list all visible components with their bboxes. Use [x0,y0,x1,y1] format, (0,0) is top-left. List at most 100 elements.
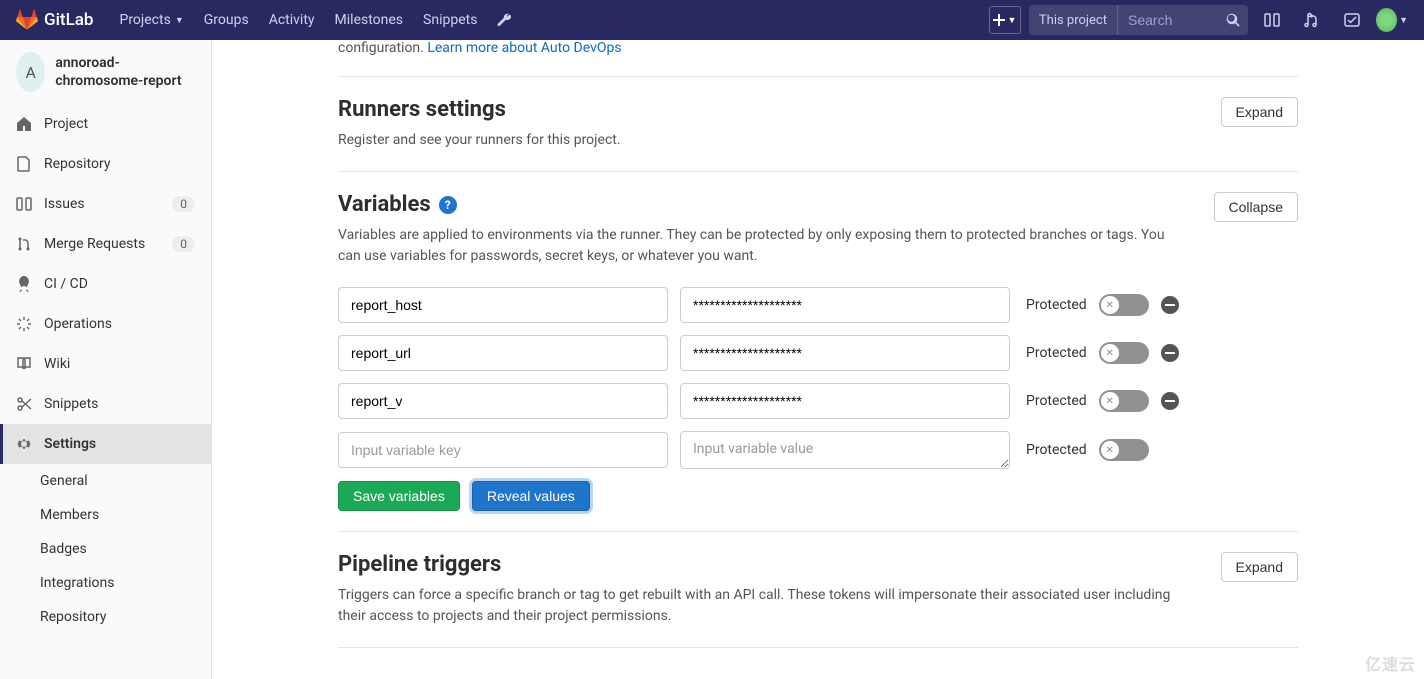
home-icon [16,116,32,132]
sidebar: A annoroad-chromosome-report Project Rep… [0,40,212,679]
chevron-down-icon: ▼ [1007,15,1016,26]
issues-shortcut[interactable] [1256,4,1288,36]
issues-icon [16,196,32,212]
minus-icon [1165,300,1175,310]
main-content: configuration. Learn more about Auto Dev… [212,40,1424,679]
section-variables: Variables ? Variables are applied to env… [338,172,1298,532]
mr-shortcut[interactable] [1296,4,1328,36]
protected-label: Protected [1026,442,1087,458]
variables-list: Protected✕Protected✕Protected✕Protected✕ [338,287,1298,469]
section-runners: Runners settings Register and see your r… [338,77,1298,172]
variable-key-input[interactable] [338,287,668,323]
minus-icon [1165,396,1175,406]
sidebar-item-merge-requests[interactable]: Merge Requests 0 [0,224,211,264]
todos-icon [1344,12,1360,28]
variable-row: Protected✕ [338,287,1298,323]
protected-toggle[interactable]: ✕ [1099,390,1149,412]
learn-more-link[interactable]: Learn more about Auto DevOps [427,40,621,56]
sidebar-item-repository[interactable]: Repository [0,144,211,184]
toggle-knob: ✕ [1101,392,1119,410]
gear-icon [16,436,32,452]
sidebar-item-cicd[interactable]: CI / CD [0,264,211,304]
wrench-icon [497,13,512,28]
sidebar-item-snippets[interactable]: Snippets [0,384,211,424]
brand-text: GitLab [44,10,93,30]
sidebar-item-label: Merge Requests [44,236,145,252]
subnav-general[interactable]: General [40,464,211,498]
protected-label: Protected [1026,345,1087,361]
sidebar-item-label: Repository [44,156,110,172]
logo[interactable]: GitLab [16,9,93,31]
sidebar-item-settings[interactable]: Settings [0,424,211,464]
nav-snippets[interactable]: Snippets [413,0,487,40]
variables-desc: Variables are applied to environments vi… [338,225,1188,267]
todos-shortcut[interactable] [1336,4,1368,36]
protected-toggle[interactable]: ✕ [1099,294,1149,316]
nav-groups[interactable]: Groups [194,0,259,40]
sidebar-item-wiki[interactable]: Wiki [0,344,211,384]
search-icon [1226,13,1240,27]
subnav-integrations[interactable]: Integrations [40,566,211,600]
topbar-right: ▼ This project ▼ [989,4,1408,36]
remove-variable-button[interactable] [1161,344,1179,362]
merge-request-icon [16,236,32,252]
doc-icon [16,156,32,172]
variable-row: Protected ✕ [338,335,1298,371]
reveal-values-button[interactable]: Reveal values [472,481,590,511]
project-header[interactable]: A annoroad-chromosome-report [0,40,211,104]
expand-triggers-button[interactable]: Expand [1221,552,1298,582]
nav-activity[interactable]: Activity [259,0,325,40]
settings-subnav: General Members Badges Integrations Repo… [0,464,211,634]
toggle-knob: ✕ [1101,344,1119,362]
nav-projects[interactable]: Projects▼ [109,0,193,40]
section-triggers: Pipeline triggers Triggers can force a s… [338,532,1298,648]
subnav-badges[interactable]: Badges [40,532,211,566]
top-navigation: Projects▼ Groups Activity Milestones Sni… [109,0,522,40]
issues-count-badge: 0 [172,196,195,212]
sidebar-item-label: Project [44,116,88,132]
sidebar-item-operations[interactable]: Operations [0,304,211,344]
issues-icon [1264,12,1280,28]
sidebar-item-project[interactable]: Project [0,104,211,144]
book-icon [16,356,32,372]
sidebar-item-label: Operations [44,316,112,332]
variables-actions: Save variables Reveal values [338,481,1298,511]
runners-desc: Register and see your runners for this p… [338,130,621,151]
user-menu[interactable]: ▼ [1376,4,1408,36]
expand-runners-button[interactable]: Expand [1221,97,1298,127]
subnav-repository[interactable]: Repository [40,600,211,634]
remove-variable-button[interactable] [1161,392,1179,410]
variable-value-input[interactable] [680,431,1010,469]
subnav-members[interactable]: Members [40,498,211,532]
help-icon[interactable]: ? [439,196,457,214]
search-scope[interactable]: This project [1029,5,1118,35]
save-variables-button[interactable]: Save variables [338,481,460,511]
search-input[interactable] [1118,12,1218,28]
plus-icon [993,14,1005,26]
protected-toggle[interactable]: ✕ [1099,342,1149,364]
variable-value-input[interactable] [680,335,1010,371]
sidebar-item-issues[interactable]: Issues 0 [0,184,211,224]
search-button[interactable] [1218,5,1248,35]
collapse-variables-button[interactable]: Collapse [1214,192,1298,222]
minus-icon [1165,348,1175,358]
triggers-desc: Triggers can force a specific branch or … [338,585,1188,627]
search-container: This project [1029,5,1248,35]
merge-request-icon [1304,12,1320,28]
variable-key-input[interactable] [338,383,668,419]
sidebar-item-label: Snippets [44,396,98,412]
variable-value-input[interactable] [680,287,1010,323]
variable-key-input[interactable] [338,432,668,468]
nav-admin-wrench[interactable] [487,0,522,40]
variable-key-input[interactable] [338,335,668,371]
remove-variable-button[interactable] [1161,296,1179,314]
project-name: annoroad-chromosome-report [55,54,195,90]
rocket-icon [16,276,32,292]
toggle-knob: ✕ [1101,296,1119,314]
new-dropdown-button[interactable]: ▼ [989,6,1021,34]
nav-milestones[interactable]: Milestones [325,0,414,40]
variable-value-input[interactable] [680,383,1010,419]
protected-toggle[interactable]: ✕ [1099,439,1149,461]
project-avatar: A [16,52,45,92]
operations-icon [16,316,32,332]
